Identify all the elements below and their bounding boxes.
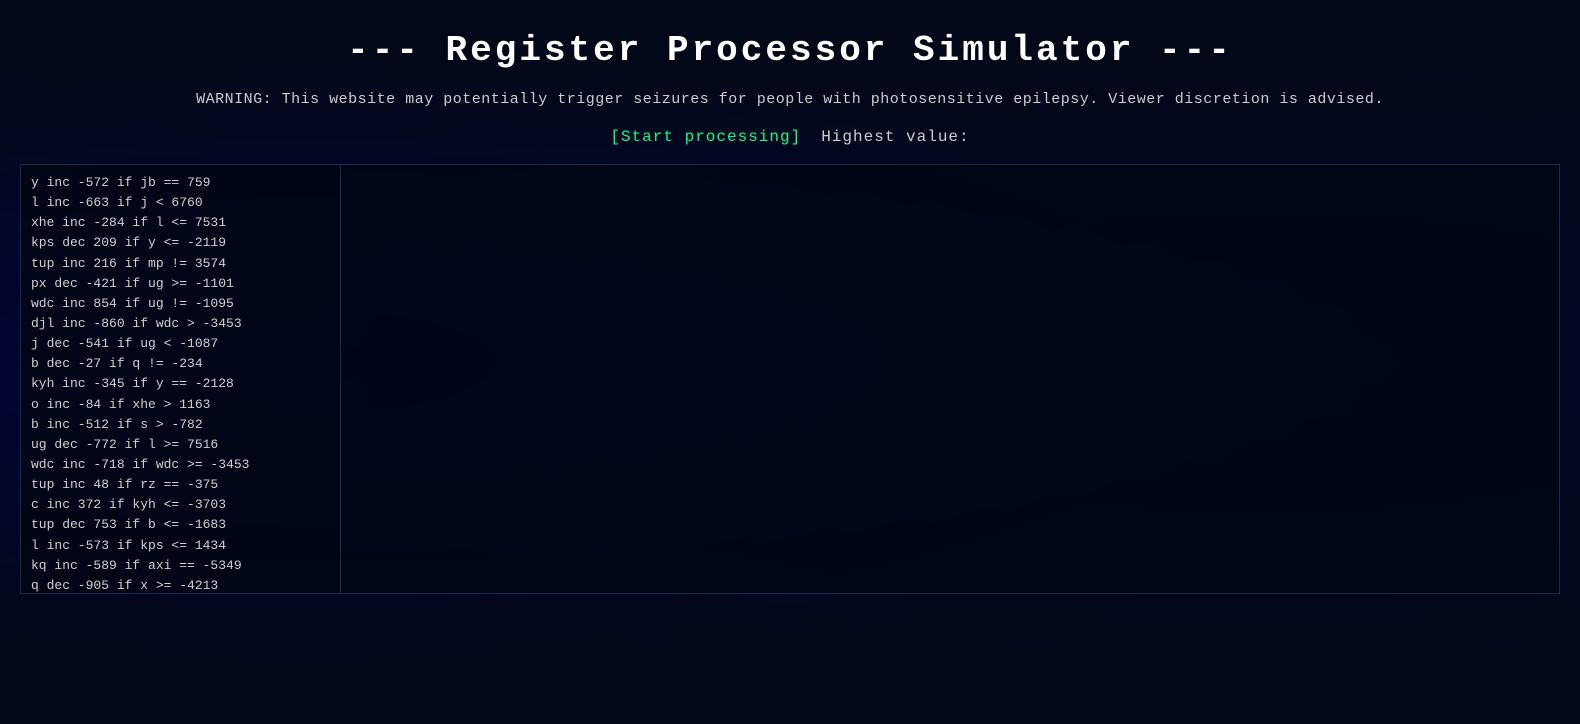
instruction-line: b inc -512 if s > -782 [31,415,330,435]
instruction-line: xhe inc -284 if l <= 7531 [31,213,330,233]
instruction-line: l inc -663 if j < 6760 [31,193,330,213]
page-title: --- Register Processor Simulator --- [347,30,1233,71]
output-panel [341,165,1559,593]
instruction-line: c inc 372 if kyh <= -3703 [31,495,330,515]
instruction-line: tup dec 753 if b <= -1683 [31,515,330,535]
instruction-line: kps dec 209 if y <= -2119 [31,233,330,253]
instruction-line: tup inc 216 if mp != 3574 [31,254,330,274]
instruction-line: l inc -573 if kps <= 1434 [31,536,330,556]
instruction-line: b dec -27 if q != -234 [31,354,330,374]
highest-value-label: Highest value: [821,128,969,146]
instruction-line: wdc inc 854 if ug != -1095 [31,294,330,314]
instruction-line: wdc inc -718 if wdc >= -3453 [31,455,330,475]
instruction-line: djl inc -860 if wdc > -3453 [31,314,330,334]
instruction-line: ug dec -772 if l >= 7516 [31,435,330,455]
instruction-line: j dec -541 if ug < -1087 [31,334,330,354]
instruction-line: kyh inc -345 if y == -2128 [31,374,330,394]
main-area: y inc -572 if jb == 759l inc -663 if j <… [20,164,1560,594]
start-processing-button[interactable]: [Start processing] [610,128,801,146]
instruction-line: q dec -905 if x >= -4213 [31,576,330,593]
page-container: --- Register Processor Simulator --- WAR… [0,0,1580,594]
instruction-line: tup inc 48 if rz == -375 [31,475,330,495]
warning-text: WARNING: This website may potentially tr… [196,91,1384,108]
instructions-panel[interactable]: y inc -572 if jb == 759l inc -663 if j <… [21,165,341,593]
instruction-line: kq inc -589 if axi == -5349 [31,556,330,576]
controls-row: [Start processing] Highest value: [610,128,969,146]
instruction-line: y inc -572 if jb == 759 [31,173,330,193]
instruction-line: px dec -421 if ug >= -1101 [31,274,330,294]
instruction-line: o inc -84 if xhe > 1163 [31,395,330,415]
